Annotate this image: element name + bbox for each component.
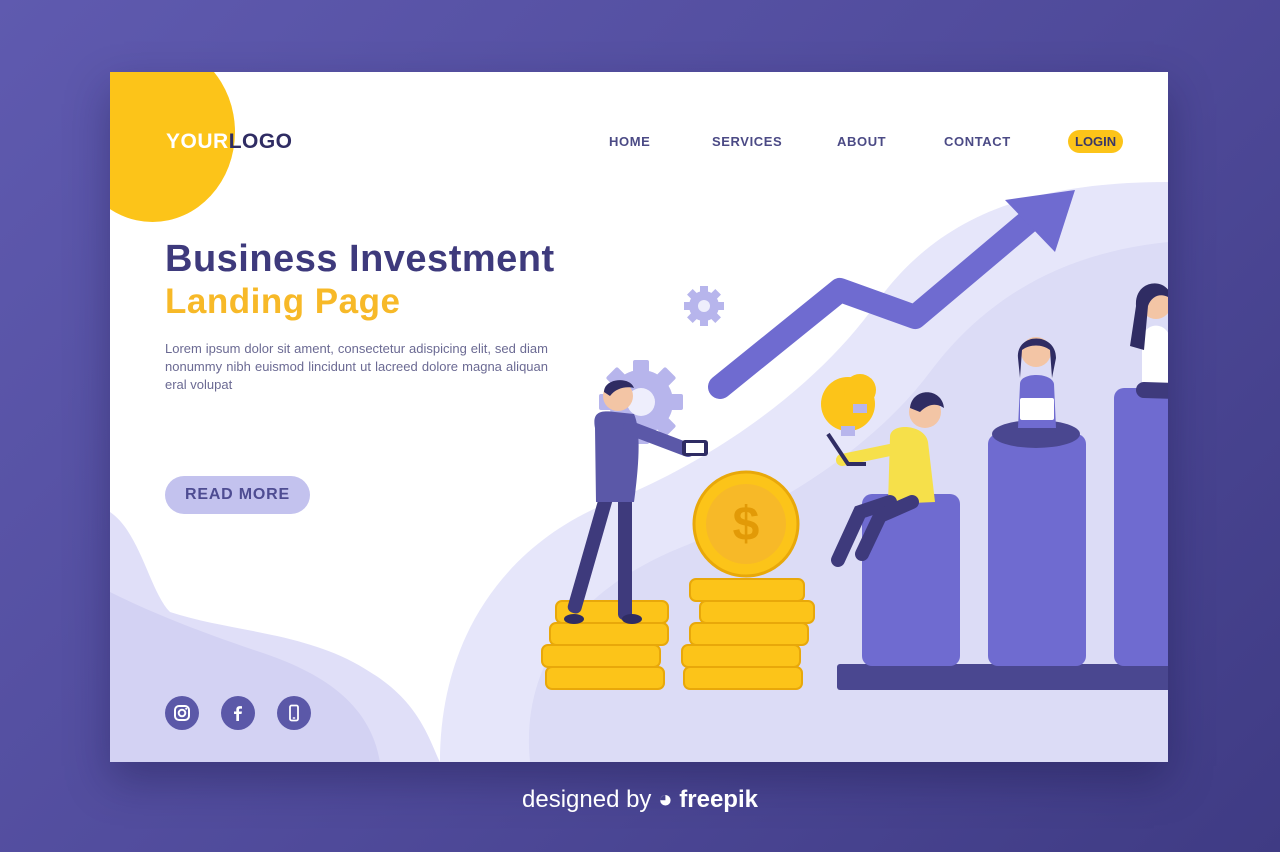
woman-meditating-laptop-figure — [992, 337, 1080, 448]
dollar-sign: $ — [733, 498, 760, 551]
investment-illustration: $ — [541, 190, 1168, 690]
bar-3 — [1114, 388, 1168, 666]
coin-stack-right — [681, 578, 815, 690]
coin-stack-left — [541, 600, 669, 690]
chart-base — [837, 664, 1168, 690]
page-subtitle: Landing Page — [165, 282, 401, 321]
nav-home[interactable]: HOME — [609, 134, 650, 149]
freepik-logo-icon: ◕ — [658, 786, 673, 813]
instagram-icon[interactable] — [165, 696, 199, 730]
logo-part-your: YOUR — [166, 130, 229, 153]
logo[interactable]: YOURLOGO — [166, 130, 293, 154]
attribution-brand: freepik — [679, 786, 758, 813]
attribution: designed by ◕ freepik — [0, 786, 1280, 814]
read-more-button[interactable]: READ MORE — [165, 476, 310, 514]
nav-about[interactable]: ABOUT — [837, 134, 886, 149]
dollar-coin-icon: $ — [692, 470, 800, 578]
bar-2 — [988, 434, 1086, 666]
growth-arrow-icon — [708, 190, 1075, 399]
landing-page-card: YOURLOGO HOME SERVICES ABOUT CONTACT LOG… — [110, 72, 1168, 762]
small-gear-icon — [684, 286, 724, 326]
login-button[interactable]: LOGIN — [1068, 130, 1124, 153]
nav-services[interactable]: SERVICES — [712, 134, 782, 149]
nav-contact[interactable]: CONTACT — [944, 134, 1011, 149]
mobile-phone-icon[interactable] — [277, 696, 311, 730]
logo-part-logo: LOGO — [228, 130, 293, 153]
facebook-icon[interactable] — [221, 696, 255, 730]
attribution-prefix: designed by — [522, 786, 652, 813]
